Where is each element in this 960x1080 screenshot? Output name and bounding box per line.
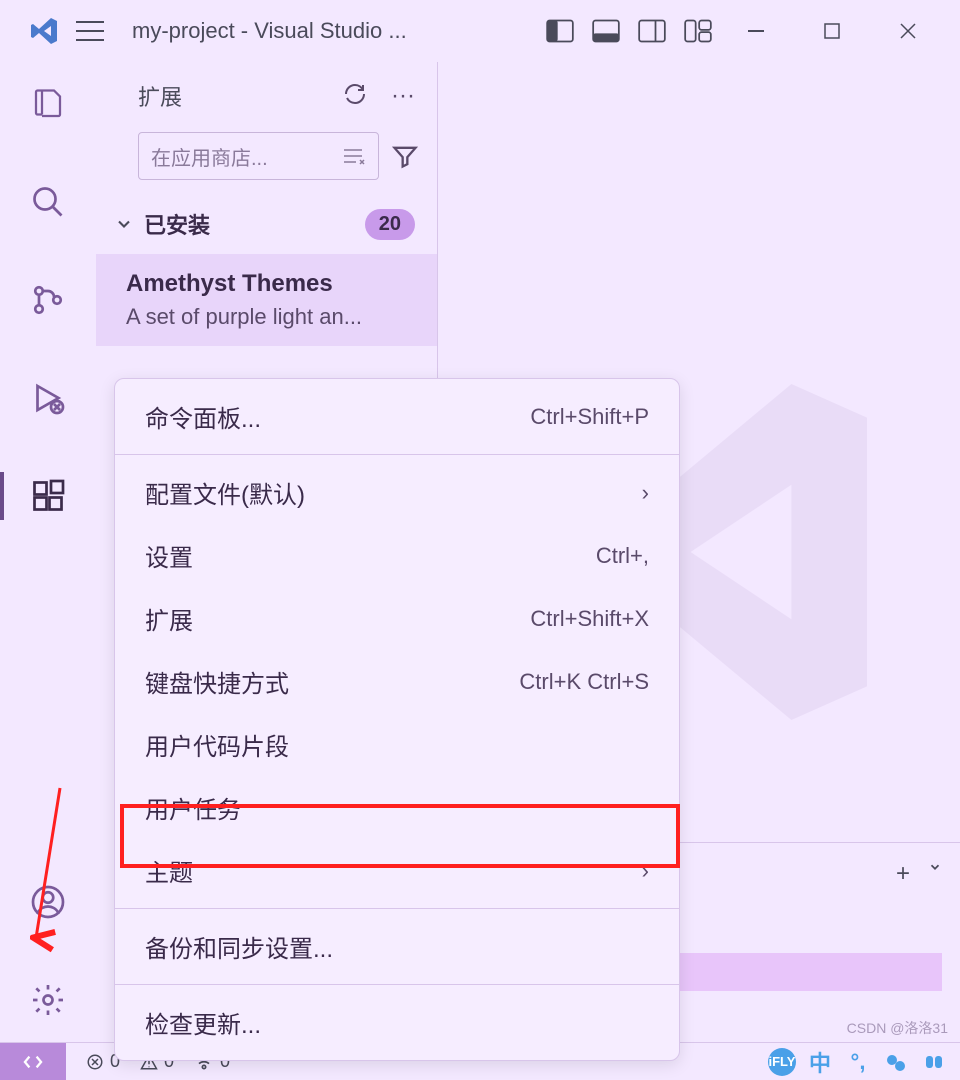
installed-label: 已安装 bbox=[144, 208, 365, 240]
maximize-button[interactable] bbox=[812, 11, 852, 51]
filter-icon[interactable] bbox=[389, 140, 421, 172]
more-actions-icon[interactable]: ··· bbox=[391, 82, 415, 110]
menu-check-updates[interactable]: 检查更新... bbox=[115, 991, 679, 1054]
settings-context-menu: 命令面板... Ctrl+Shift+P 配置文件(默认) › 设置 Ctrl+… bbox=[114, 378, 680, 1061]
layout-customize-icon[interactable] bbox=[684, 19, 712, 43]
ime-punct-icon[interactable]: °, bbox=[844, 1048, 872, 1076]
settings-gear-icon[interactable] bbox=[24, 976, 72, 1024]
hamburger-menu-icon[interactable] bbox=[76, 21, 104, 41]
chevron-down-icon bbox=[114, 214, 134, 234]
installed-section-header[interactable]: 已安装 20 bbox=[96, 194, 437, 254]
explorer-icon[interactable] bbox=[24, 80, 72, 128]
source-control-icon[interactable] bbox=[24, 276, 72, 324]
panel-bottom-icon[interactable] bbox=[592, 19, 620, 43]
watermark-text: CSDN @洛洛31 bbox=[847, 1018, 948, 1038]
menu-keyboard-shortcuts[interactable]: 键盘快捷方式 Ctrl+K Ctrl+S bbox=[115, 650, 679, 713]
panel-right-icon[interactable] bbox=[638, 19, 666, 43]
remote-indicator[interactable] bbox=[0, 1043, 66, 1080]
clear-search-icon[interactable] bbox=[342, 147, 366, 165]
terminal-dropdown-icon[interactable] bbox=[928, 860, 942, 888]
menu-backup-sync[interactable]: 备份和同步设置... bbox=[115, 915, 679, 978]
chevron-right-icon: › bbox=[642, 858, 649, 884]
menu-profiles[interactable]: 配置文件(默认) › bbox=[115, 461, 679, 524]
extension-item[interactable]: Amethyst Themes A set of purple light an… bbox=[96, 254, 437, 346]
extension-description: A set of purple light an... bbox=[126, 304, 415, 330]
run-debug-icon[interactable] bbox=[24, 374, 72, 422]
ime-icon[interactable] bbox=[920, 1048, 948, 1076]
extensions-icon[interactable] bbox=[24, 472, 72, 520]
search-icon[interactable] bbox=[24, 178, 72, 226]
installed-count-badge: 20 bbox=[365, 209, 415, 240]
close-button[interactable] bbox=[888, 11, 928, 51]
menu-theme[interactable]: 主题 › bbox=[115, 839, 679, 902]
menu-user-tasks[interactable]: 用户任务 bbox=[115, 776, 679, 839]
chevron-right-icon: › bbox=[642, 480, 649, 506]
panel-left-icon[interactable] bbox=[546, 19, 574, 43]
ime-ifly-icon[interactable]: iFLY bbox=[768, 1048, 796, 1076]
new-terminal-icon[interactable]: + bbox=[896, 860, 910, 888]
extension-search-input[interactable]: 在应用商店... bbox=[138, 132, 379, 180]
account-icon[interactable] bbox=[24, 878, 72, 926]
window-title: my-project - Visual Studio ... bbox=[132, 18, 546, 44]
menu-command-palette[interactable]: 命令面板... Ctrl+Shift+P bbox=[115, 385, 679, 448]
menu-settings[interactable]: 设置 Ctrl+, bbox=[115, 524, 679, 587]
ime-zhong-icon[interactable]: 中 bbox=[806, 1048, 834, 1076]
refresh-icon[interactable] bbox=[343, 82, 367, 110]
menu-user-snippets[interactable]: 用户代码片段 bbox=[115, 713, 679, 776]
sidebar-title: 扩展 bbox=[138, 80, 343, 112]
minimize-button[interactable] bbox=[736, 11, 776, 51]
menu-extensions[interactable]: 扩展 Ctrl+Shift+X bbox=[115, 587, 679, 650]
extension-name: Amethyst Themes bbox=[126, 270, 415, 298]
vscode-logo-icon bbox=[28, 15, 60, 47]
ime-icon[interactable] bbox=[882, 1048, 910, 1076]
search-placeholder: 在应用商店... bbox=[151, 142, 268, 171]
